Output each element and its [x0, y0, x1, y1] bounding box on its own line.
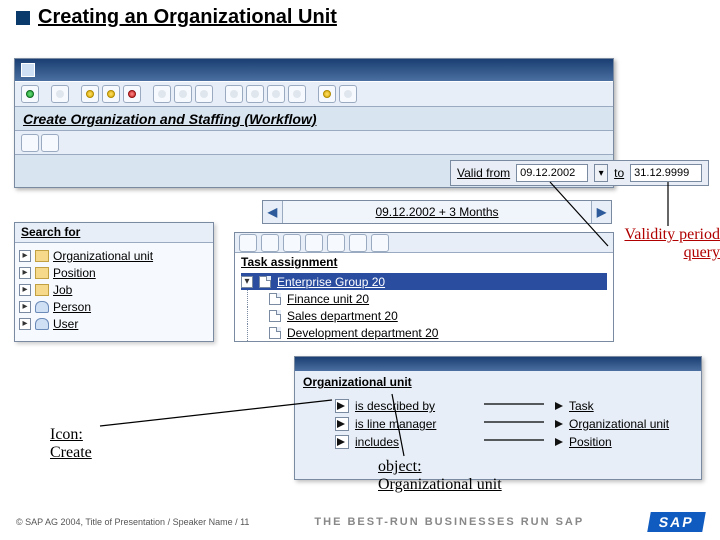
- time-range-label: 09.12.2002 + 3 Months: [283, 201, 591, 223]
- task-toolbar-btn-3[interactable]: [283, 234, 301, 252]
- org-node-icon: [269, 293, 281, 305]
- create-icon[interactable]: [335, 399, 349, 413]
- task-row-finance[interactable]: Finance unit 20: [241, 290, 607, 307]
- expand-icon[interactable]: ▸: [19, 250, 31, 262]
- toolbar-button-print[interactable]: [153, 85, 171, 103]
- task-toolbar-btn-6[interactable]: [349, 234, 367, 252]
- toolbar-button-exit[interactable]: [102, 85, 120, 103]
- search-item-person[interactable]: ▸ Person: [19, 298, 209, 315]
- toolbar-button-findnext[interactable]: [195, 85, 213, 103]
- sap-logo: SAP: [649, 512, 704, 532]
- arrow-icon: [555, 402, 563, 410]
- toolbar-button-last[interactable]: [288, 85, 306, 103]
- annotation-object-org-unit: object: Organizational unit: [378, 458, 502, 494]
- expand-icon[interactable]: ▸: [19, 267, 31, 279]
- org-node-icon: [269, 327, 281, 339]
- task-toolbar-btn-2[interactable]: [261, 234, 279, 252]
- footer-tagline: THE BEST-RUN BUSINESSES RUN SAP: [314, 516, 584, 528]
- rel-right-0[interactable]: Task: [569, 399, 594, 413]
- footer: SAP AG 2004, Title of Presentation / Spe…: [16, 512, 704, 532]
- task-assignment-panel: Task assignment ▾ Enterprise Group 20 Fi…: [234, 232, 614, 342]
- valid-from-stepper[interactable]: ▾: [594, 164, 608, 182]
- search-item-user[interactable]: ▸ User: [19, 315, 209, 332]
- annotation-icon-create: Icon: Create: [50, 426, 92, 462]
- person-icon: [35, 301, 49, 313]
- footer-copyright: SAP AG 2004, Title of Presentation / Spe…: [16, 517, 249, 527]
- time-prev-button[interactable]: ◀: [263, 201, 283, 223]
- arrow-icon: [555, 438, 563, 446]
- task-toolbar-btn-5[interactable]: [327, 234, 345, 252]
- search-header: Search for: [15, 223, 213, 243]
- valid-to-label: to: [614, 166, 624, 180]
- time-next-button[interactable]: ▶: [591, 201, 611, 223]
- arrow-icon: [555, 420, 563, 428]
- time-range-bar: ◀ 09.12.2002 + 3 Months ▶: [262, 200, 612, 224]
- toolbar-button-back[interactable]: [81, 85, 99, 103]
- toolbar-button-find[interactable]: [174, 85, 192, 103]
- subtoolbar-button-1[interactable]: [21, 134, 39, 152]
- rel-left-0[interactable]: is described by: [355, 399, 435, 413]
- task-toolbar-btn-7[interactable]: [371, 234, 389, 252]
- task-toolbar-btn-4[interactable]: [305, 234, 323, 252]
- toolbar-button-help[interactable]: [318, 85, 336, 103]
- job-icon: [35, 284, 49, 296]
- task-toolbar: [235, 233, 613, 253]
- expand-icon[interactable]: ▸: [19, 284, 31, 296]
- rel-left-2[interactable]: includes: [355, 435, 399, 449]
- valid-from-field[interactable]: 09.12.2002: [516, 164, 588, 182]
- task-toolbar-btn-1[interactable]: [239, 234, 257, 252]
- user-icon: [35, 318, 49, 330]
- rel-left-1[interactable]: is line manager: [355, 417, 436, 431]
- search-item-job[interactable]: ▸ Job: [19, 281, 209, 298]
- subtoolbar-button-2[interactable]: [41, 134, 59, 152]
- create-icon[interactable]: [335, 435, 349, 449]
- search-item-org-unit[interactable]: ▸ Organizational unit: [19, 247, 209, 264]
- expand-icon[interactable]: ▸: [19, 301, 31, 313]
- toolbar-button-ok[interactable]: [21, 85, 39, 103]
- slide-title: Creating an Organizational Unit: [38, 6, 337, 29]
- toolbar-button-next[interactable]: [267, 85, 285, 103]
- toolbar-button-prev[interactable]: [246, 85, 264, 103]
- search-panel: Search for ▸ Organizational unit ▸ Posit…: [14, 222, 214, 342]
- task-row-enterprise-group[interactable]: ▾ Enterprise Group 20: [241, 273, 607, 290]
- valid-from-label: Valid from: [457, 166, 510, 180]
- rel-right-2[interactable]: Position: [569, 435, 612, 449]
- org-unit-icon: [35, 250, 49, 262]
- window-titlebar: [15, 59, 613, 81]
- toolbar-button-first[interactable]: [225, 85, 243, 103]
- expand-icon[interactable]: ▸: [19, 318, 31, 330]
- sub-toolbar: [15, 131, 613, 155]
- toolbar-button-layout[interactable]: [339, 85, 357, 103]
- task-assignment-header: Task assignment: [235, 253, 613, 271]
- create-icon[interactable]: [335, 417, 349, 431]
- title-bullet: [16, 11, 30, 25]
- annotation-validity-query: Validity period query: [612, 226, 720, 262]
- valid-to-field[interactable]: 31.12.9999: [630, 164, 702, 182]
- org-unit-header: Organizational unit: [295, 371, 701, 393]
- toolbar-button-save[interactable]: [51, 85, 69, 103]
- main-toolbar: [15, 81, 613, 107]
- org-node-icon: [259, 276, 271, 288]
- transaction-title: Create Organization and Staffing (Workfl…: [23, 111, 317, 127]
- collapse-icon[interactable]: ▾: [241, 276, 253, 288]
- position-icon: [35, 267, 49, 279]
- task-row-sales[interactable]: Sales department 20: [241, 307, 607, 324]
- window-icon: [21, 63, 35, 77]
- task-row-development[interactable]: Development department 20: [241, 324, 607, 341]
- rel-right-1[interactable]: Organizational unit: [569, 417, 669, 431]
- org-node-icon: [269, 310, 281, 322]
- search-item-position[interactable]: ▸ Position: [19, 264, 209, 281]
- validity-box: Valid from 09.12.2002 ▾ to 31.12.9999: [450, 160, 709, 186]
- toolbar-button-cancel[interactable]: [123, 85, 141, 103]
